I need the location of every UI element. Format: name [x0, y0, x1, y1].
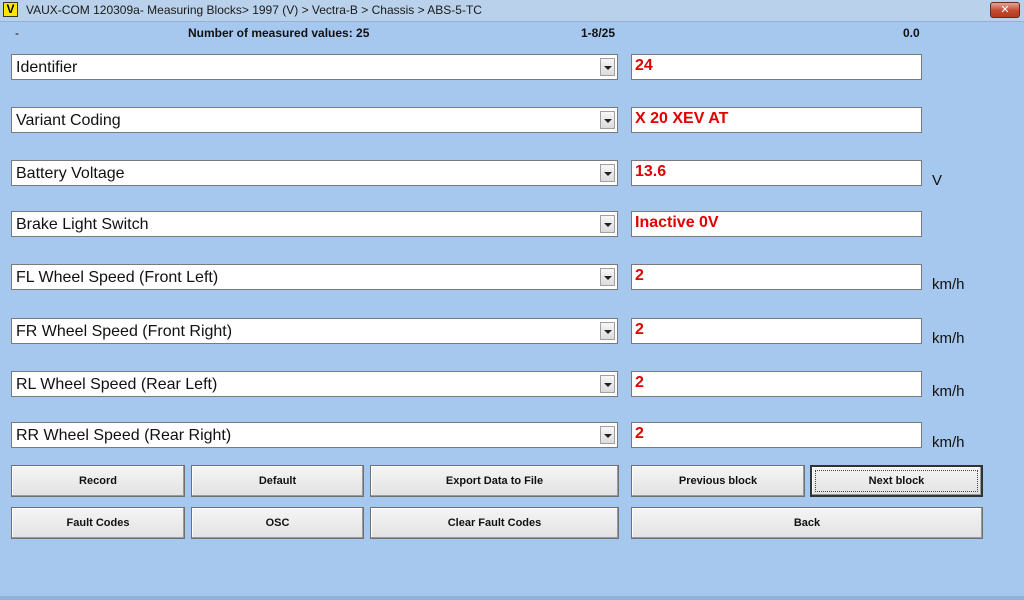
chevron-down-icon [604, 276, 612, 280]
chevron-down-icon [604, 223, 612, 227]
info-dash: - [15, 26, 19, 40]
measure-label: Battery Voltage [16, 165, 125, 182]
measure-unit: V [932, 172, 943, 189]
measure-value: Inactive 0V [635, 214, 719, 231]
measure-row: Battery Voltage 13.6 V [0, 160, 1024, 189]
measure-row: RR Wheel Speed (Rear Right) 2 km/h [0, 422, 1024, 451]
measured-values-count: Number of measured values: 25 [188, 26, 370, 40]
dropdown-button[interactable] [600, 426, 615, 444]
measure-select[interactable]: Battery Voltage [11, 160, 618, 186]
measure-select[interactable]: Brake Light Switch [11, 211, 618, 237]
measure-label: Variant Coding [16, 112, 121, 129]
measure-value-field: X 20 XEV AT [631, 107, 922, 133]
back-button[interactable]: Back [631, 507, 983, 539]
header-value: 0.0 [903, 26, 920, 40]
dropdown-button[interactable] [600, 164, 615, 182]
measure-select[interactable]: Identifier [11, 54, 618, 80]
measure-value: X 20 XEV AT [635, 110, 729, 127]
block-range: 1-8/25 [581, 26, 616, 40]
measure-unit: km/h [932, 330, 965, 347]
measure-value: 2 [635, 425, 644, 442]
close-button[interactable]: ✕ [990, 2, 1020, 18]
dropdown-button[interactable] [600, 111, 615, 129]
record-button[interactable]: Record [11, 465, 185, 497]
measure-value-field: 2 [631, 422, 922, 448]
measure-select[interactable]: RR Wheel Speed (Rear Right) [11, 422, 618, 448]
measure-value: 2 [635, 321, 644, 338]
chevron-down-icon [604, 330, 612, 334]
measure-value: 24 [635, 57, 653, 74]
measure-unit: km/h [932, 383, 965, 400]
export-data-button[interactable]: Export Data to File [370, 465, 619, 497]
measure-row: Brake Light Switch Inactive 0V [0, 211, 1024, 239]
dropdown-button[interactable] [600, 322, 615, 340]
measure-row: Variant Coding X 20 XEV AT [0, 107, 1024, 135]
default-button[interactable]: Default [191, 465, 364, 497]
measure-select[interactable]: Variant Coding [11, 107, 618, 133]
measure-value-field: 24 [631, 54, 922, 80]
window-title: VAUX-COM 120309a- Measuring Blocks> 1997… [26, 3, 482, 17]
dropdown-button[interactable] [600, 215, 615, 233]
measure-row: RL Wheel Speed (Rear Left) 2 km/h [0, 371, 1024, 400]
dropdown-button[interactable] [600, 375, 615, 393]
osc-button[interactable]: OSC [191, 507, 364, 539]
measure-unit: km/h [932, 276, 965, 293]
chevron-down-icon [604, 172, 612, 176]
measure-select[interactable]: RL Wheel Speed (Rear Left) [11, 371, 618, 397]
measure-label: RR Wheel Speed (Rear Right) [16, 427, 232, 444]
chevron-down-icon [604, 66, 612, 70]
chevron-down-icon [604, 383, 612, 387]
measure-value-field: 2 [631, 264, 922, 290]
measure-select[interactable]: FL Wheel Speed (Front Left) [11, 264, 618, 290]
app-icon: V [3, 2, 18, 17]
measure-value-field: 2 [631, 318, 922, 344]
chevron-down-icon [604, 434, 612, 438]
measure-label: FL Wheel Speed (Front Left) [16, 269, 219, 286]
measure-label: Brake Light Switch [16, 216, 149, 233]
measure-value: 2 [635, 374, 644, 391]
measure-label: Identifier [16, 59, 78, 76]
measure-row: FL Wheel Speed (Front Left) 2 km/h [0, 264, 1024, 293]
close-icon: ✕ [1000, 3, 1010, 16]
clear-fault-codes-button[interactable]: Clear Fault Codes [370, 507, 619, 539]
measure-label: FR Wheel Speed (Front Right) [16, 323, 233, 340]
measure-value-field: 13.6 [631, 160, 922, 186]
chevron-down-icon [604, 119, 612, 123]
title-bar: V VAUX-COM 120309a- Measuring Blocks> 19… [0, 0, 1024, 22]
measure-value: 2 [635, 267, 644, 284]
measure-value-field: 2 [631, 371, 922, 397]
fault-codes-button[interactable]: Fault Codes [11, 507, 185, 539]
dropdown-button[interactable] [600, 268, 615, 286]
measure-value: 13.6 [635, 163, 667, 180]
measure-value-field: Inactive 0V [631, 211, 922, 237]
window-bottom-edge [0, 596, 1024, 600]
measure-select[interactable]: FR Wheel Speed (Front Right) [11, 318, 618, 344]
measure-label: RL Wheel Speed (Rear Left) [16, 376, 218, 393]
measure-row: Identifier 24 [0, 54, 1024, 82]
dropdown-button[interactable] [600, 58, 615, 76]
measure-row: FR Wheel Speed (Front Right) 2 km/h [0, 318, 1024, 347]
previous-block-button[interactable]: Previous block [631, 465, 805, 497]
next-block-button[interactable]: Next block [810, 465, 983, 497]
measure-unit: km/h [932, 434, 965, 451]
